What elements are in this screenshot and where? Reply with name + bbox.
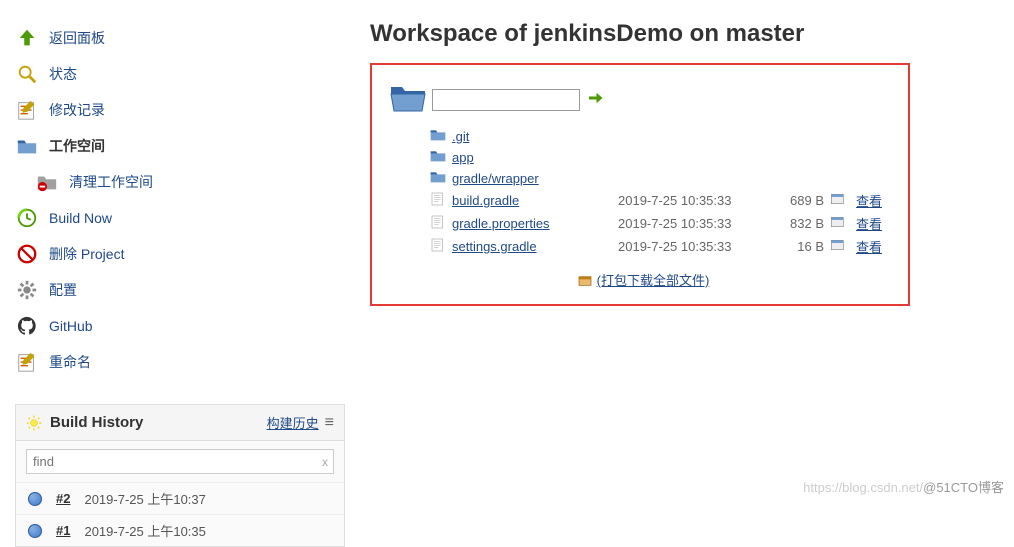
sidebar-item-changes[interactable]: 修改记录	[15, 92, 335, 128]
sidebar-label: 配置	[49, 280, 77, 300]
sidebar-item-rename[interactable]: 重命名	[15, 344, 335, 380]
file-name[interactable]: gradle.properties	[452, 216, 592, 231]
rename-icon	[15, 350, 39, 374]
build-history-panel: Build History 构建历史 ≡ x #2 2019-7-25 上午10…	[15, 404, 345, 547]
build-number: #1	[56, 523, 70, 538]
folder-name: .git	[452, 129, 592, 144]
sidebar-label: Build Now	[49, 210, 112, 226]
file-name[interactable]: build.gradle	[452, 193, 592, 208]
clear-search-icon[interactable]: x	[322, 455, 328, 469]
build-row[interactable]: #2 2019-7-25 上午10:37	[16, 482, 344, 514]
view-link[interactable]: 查看	[856, 214, 882, 233]
main-content: Workspace of jenkinsDemo on master .git …	[350, 0, 1014, 547]
download-all: (打包下载全部文件)	[390, 270, 896, 290]
build-number: #2	[56, 491, 70, 506]
sidebar-item-clean-workspace[interactable]: 清理工作空间	[15, 164, 335, 200]
file-size: 832 B	[764, 216, 824, 231]
sidebar-label: 清理工作空间	[69, 172, 153, 192]
file-icon	[430, 192, 446, 209]
workspace-path-bar	[390, 83, 896, 116]
sidebar-label: GitHub	[49, 318, 93, 334]
clock-icon	[15, 206, 39, 230]
build-history-header: Build History 构建历史 ≡	[16, 405, 344, 441]
view-link[interactable]: 查看	[856, 191, 882, 210]
file-icon	[430, 215, 446, 232]
page-title: Workspace of jenkinsDemo on master	[370, 20, 1014, 48]
build-row[interactable]: #1 2019-7-25 上午10:35	[16, 514, 344, 546]
folder-icon	[15, 134, 39, 158]
package-icon	[577, 273, 593, 290]
folder-row[interactable]: app	[430, 147, 896, 168]
file-size: 689 B	[764, 193, 824, 208]
file-date: 2019-7-25 10:35:33	[618, 193, 758, 208]
view-link[interactable]: 查看	[856, 237, 882, 256]
sidebar-label: 删除 Project	[49, 244, 124, 264]
folder-row[interactable]: .git	[430, 126, 896, 147]
trend-icon[interactable]: ≡	[325, 414, 334, 432]
delete-icon	[15, 242, 39, 266]
folder-row[interactable]: gradle/wrapper	[430, 168, 896, 189]
sidebar-label: 工作空间	[49, 136, 105, 156]
sidebar-label: 修改记录	[49, 100, 105, 120]
file-row: settings.gradle 2019-7-25 10:35:33 16 B …	[430, 235, 896, 258]
watermark-author: @51CTO博客	[923, 480, 1004, 495]
download-all-link[interactable]: (打包下载全部文件)	[597, 273, 710, 288]
sidebar-item-workspace[interactable]: 工作空间	[15, 128, 335, 164]
file-date: 2019-7-25 10:35:33	[618, 216, 758, 231]
build-status-ball	[28, 492, 42, 506]
search-input[interactable]	[26, 449, 334, 474]
view-icon	[830, 192, 846, 209]
file-icon	[430, 238, 446, 255]
view-icon	[830, 238, 846, 255]
build-history-search: x	[26, 449, 334, 474]
folder-icon	[430, 149, 446, 166]
sidebar-item-build-now[interactable]: Build Now	[15, 200, 335, 236]
sidebar-item-configure[interactable]: 配置	[15, 272, 335, 308]
sidebar-item-delete[interactable]: 删除 Project	[15, 236, 335, 272]
gear-icon	[15, 278, 39, 302]
file-row: gradle.properties 2019-7-25 10:35:33 832…	[430, 212, 896, 235]
folder-icon	[430, 128, 446, 145]
sidebar-label: 返回面板	[49, 28, 105, 48]
build-time: 2019-7-25 上午10:37	[84, 489, 205, 508]
sidebar-label: 重命名	[49, 352, 91, 372]
folder-name: gradle/wrapper	[452, 171, 592, 186]
build-time: 2019-7-25 上午10:35	[84, 521, 205, 540]
side-menu: 返回面板 状态 修改记录 工作空间 清理工作空间 Build Now	[15, 20, 335, 380]
file-name[interactable]: settings.gradle	[452, 239, 592, 254]
path-input[interactable]	[432, 89, 580, 111]
watermark-url: https://blog.csdn.net/	[803, 480, 923, 495]
notes-icon	[15, 98, 39, 122]
file-row: build.gradle 2019-7-25 10:35:33 689 B 查看	[430, 189, 896, 212]
folder-name: app	[452, 150, 592, 165]
file-date: 2019-7-25 10:35:33	[618, 239, 758, 254]
sidebar-label: 状态	[49, 64, 77, 84]
build-status-ball	[28, 524, 42, 538]
arrow-up-icon	[15, 26, 39, 50]
view-icon	[830, 215, 846, 232]
build-history-title: Build History	[50, 414, 143, 431]
build-history-link[interactable]: 构建历史	[267, 413, 319, 432]
file-list: .git app gradle/wrapper build.gradle 201…	[430, 126, 896, 258]
github-icon	[15, 314, 39, 338]
sun-icon	[26, 415, 42, 431]
file-size: 16 B	[764, 239, 824, 254]
sidebar: 返回面板 状态 修改记录 工作空间 清理工作空间 Build Now	[0, 0, 350, 547]
folder-open-icon	[390, 83, 426, 116]
folder-delete-icon	[35, 170, 59, 194]
watermark: https://blog.csdn.net/@51CTO博客	[803, 477, 1004, 496]
folder-icon	[430, 170, 446, 187]
sidebar-item-back[interactable]: 返回面板	[15, 20, 335, 56]
sidebar-item-github[interactable]: GitHub	[15, 308, 335, 344]
sidebar-item-status[interactable]: 状态	[15, 56, 335, 92]
go-arrow-icon[interactable]	[586, 89, 604, 110]
workspace-browser: .git app gradle/wrapper build.gradle 201…	[370, 63, 910, 306]
magnifier-icon	[15, 62, 39, 86]
